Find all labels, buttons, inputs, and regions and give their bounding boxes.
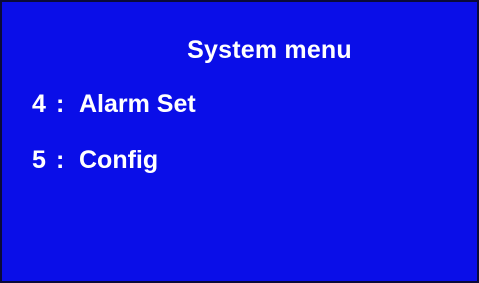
- menu-item-separator: :: [56, 90, 65, 118]
- menu-item-config[interactable]: 5 : Config: [32, 146, 196, 202]
- menu-item-alarm-set[interactable]: 4 : Alarm Set: [32, 90, 196, 146]
- menu-title: System menu: [187, 36, 352, 64]
- menu-item-label: Alarm Set: [79, 90, 196, 118]
- menu-item-number: 5: [32, 146, 46, 174]
- lcd-screen: System menu 4 : Alarm Set 5 : Config: [0, 0, 479, 283]
- menu-item-separator: :: [56, 146, 65, 174]
- menu-item-number: 4: [32, 90, 46, 118]
- menu-item-label: Config: [79, 146, 159, 174]
- menu-list: 4 : Alarm Set 5 : Config: [32, 90, 196, 202]
